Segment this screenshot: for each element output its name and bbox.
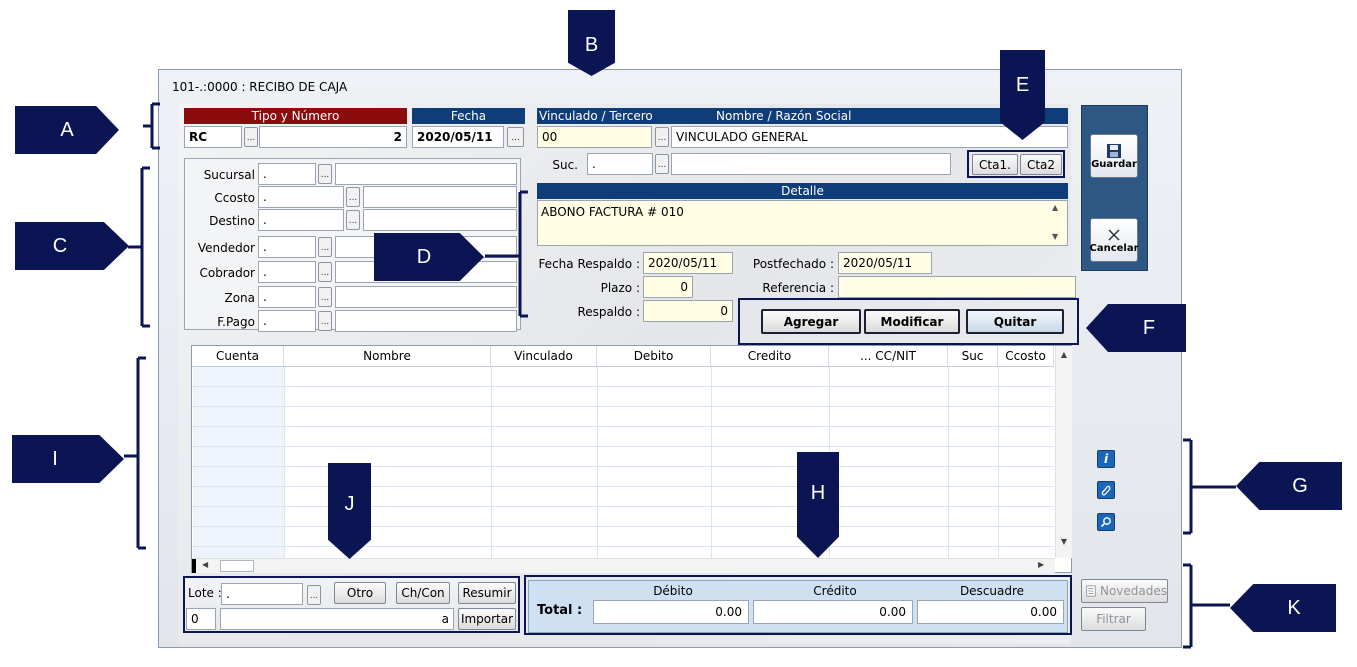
callout-b: B <box>568 10 615 76</box>
bracket-g <box>1183 438 1236 535</box>
bracket-k <box>1183 563 1230 649</box>
bracket-c <box>128 166 150 328</box>
bracket-i <box>124 356 146 550</box>
bracket-a <box>143 102 160 150</box>
bracket-d <box>485 190 528 318</box>
callout-e: E <box>1000 50 1045 140</box>
callout-j: J <box>328 463 371 559</box>
callout-h: H <box>797 452 839 558</box>
